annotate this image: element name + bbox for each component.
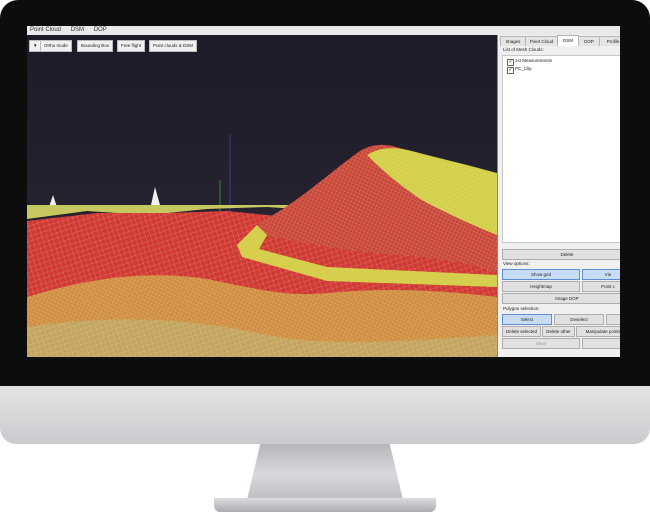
- polygon-extra-button[interactable]: [606, 314, 620, 325]
- mesh-cloud-list-label: List of Mesh Clouds:: [503, 47, 544, 52]
- menu-item-dsm[interactable]: DSM: [71, 27, 84, 33]
- mesh-cloud-list[interactable]: ✓ 1st Measurements ✓ PC_Clip: [502, 55, 620, 243]
- manipulate-points-dropdown[interactable]: Manipulate points ▾: [576, 326, 620, 337]
- stage: Point Cloud DSM DOP ▼ Ortho mode Boundin…: [0, 0, 650, 516]
- app-screen: Point Cloud DSM DOP ▼ Ortho mode Boundin…: [27, 26, 620, 357]
- deselect-button[interactable]: Deselect: [554, 314, 604, 325]
- terrain-render: [27, 35, 497, 357]
- monitor-chin: [0, 386, 650, 444]
- polygon-selection-label: Polygon selection:: [503, 306, 540, 311]
- point-cloud-button[interactable]: Point c: [582, 281, 620, 292]
- select-button[interactable]: Select: [502, 314, 552, 325]
- tab-point-cloud[interactable]: Point Cloud: [525, 36, 558, 46]
- save-button[interactable]: Save: [502, 338, 580, 349]
- menu-bar: Point Cloud DSM DOP: [27, 26, 620, 35]
- delete-selected-button[interactable]: Delete selected: [502, 326, 541, 337]
- list-item[interactable]: PC_Clip: [515, 66, 532, 72]
- delete-button[interactable]: Delete: [502, 249, 620, 260]
- checkbox-pc-clip[interactable]: ✓: [507, 67, 514, 74]
- menu-item-dop[interactable]: DOP: [94, 27, 107, 33]
- secondary-action-button[interactable]: [582, 338, 620, 349]
- heightmap-button[interactable]: Heightmap: [502, 281, 580, 292]
- image-dop-button[interactable]: Image DOP: [502, 293, 620, 304]
- bounding-box-button[interactable]: Bounding Box: [77, 40, 114, 52]
- 3d-viewport[interactable]: ▼ Ortho mode Bounding Box Free flight Po…: [27, 35, 497, 357]
- menu-item-point-cloud[interactable]: Point Cloud: [30, 27, 61, 33]
- point-clouds-dsm-button[interactable]: Point clouds & DSM: [149, 40, 198, 52]
- view-button[interactable]: Vie: [582, 269, 620, 280]
- delete-other-button[interactable]: Delete other: [542, 326, 575, 337]
- tab-dop[interactable]: DOP: [578, 36, 600, 46]
- tab-profile[interactable]: Profile: [599, 36, 620, 46]
- free-flight-button[interactable]: Free flight: [117, 40, 146, 52]
- ortho-mode-button[interactable]: Ortho mode: [40, 40, 72, 52]
- checkbox-1st-measurements[interactable]: ✓: [507, 59, 514, 66]
- side-panel: Images Point Cloud DSM DOP Profile List …: [497, 35, 620, 357]
- view-options-label: View options:: [503, 261, 530, 266]
- monitor-stand-base: [214, 498, 436, 512]
- tab-dsm[interactable]: DSM: [557, 35, 579, 46]
- panel-tabs: Images Point Cloud DSM DOP Profile: [498, 35, 620, 46]
- show-grid-button[interactable]: Show grid: [502, 269, 580, 280]
- monitor-stand-neck: [246, 444, 404, 504]
- list-item[interactable]: 1st Measurements: [515, 58, 552, 64]
- tab-images[interactable]: Images: [500, 36, 526, 46]
